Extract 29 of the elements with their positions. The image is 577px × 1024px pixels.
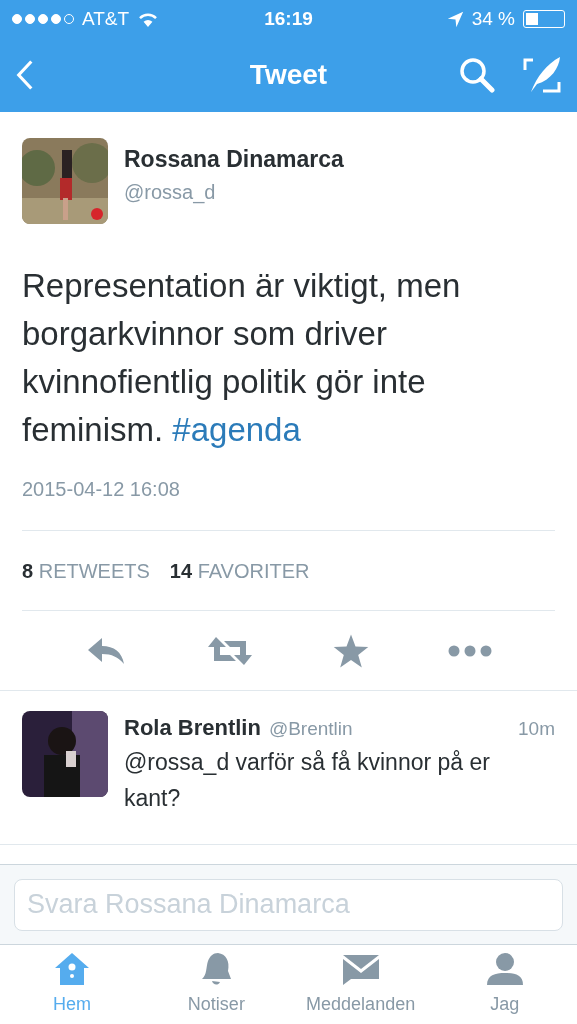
tab-item[interactable]: Notiser bbox=[144, 945, 289, 1024]
page-title: Tweet bbox=[249, 58, 328, 92]
stat-text[interactable]: 8 RETWEETS bbox=[22, 555, 150, 586]
author-name: Rossana Dinamarca bbox=[124, 145, 344, 174]
more-icon[interactable] bbox=[447, 644, 492, 657]
battery-percent: 34 % bbox=[471, 6, 515, 31]
reply-time: 10m bbox=[518, 717, 555, 741]
house-icon bbox=[54, 951, 91, 987]
wifi-icon bbox=[137, 11, 160, 27]
tweet-date: 2015-04-12 16:08 bbox=[22, 477, 181, 502]
carrier-name: AT&T bbox=[82, 6, 130, 31]
stat-text[interactable]: 14 FAVORITER bbox=[169, 555, 310, 586]
tweet-text: Representation är viktigt, men borgarkvinnor som driver kvinnofientlig politik gör inte feminism. #agenda bbox=[22, 266, 462, 450]
person-icon bbox=[484, 951, 525, 987]
reply-text: @rossa_d varför så få kvinnor på er kant? bbox=[124, 748, 491, 813]
reply-author-name: Rola Brentlin bbox=[124, 714, 261, 742]
tab-item[interactable]: Hem bbox=[0, 945, 145, 1024]
author-handle: @rossa_d bbox=[124, 179, 217, 206]
search-icon[interactable] bbox=[459, 57, 495, 93]
battery-icon bbox=[523, 10, 565, 28]
location-arrow-icon bbox=[446, 10, 464, 28]
hashtag-link[interactable]: #agenda bbox=[172, 411, 301, 448]
reply-author-handle: @Brentlin bbox=[268, 717, 353, 741]
compose-icon[interactable] bbox=[523, 56, 561, 94]
tab-item[interactable]: Meddelanden bbox=[288, 945, 433, 1024]
retweet-icon[interactable] bbox=[206, 634, 255, 667]
clock-time: 16:19 bbox=[264, 6, 313, 31]
tab-item[interactable]: Jag bbox=[432, 945, 577, 1024]
back-icon[interactable] bbox=[16, 59, 34, 91]
